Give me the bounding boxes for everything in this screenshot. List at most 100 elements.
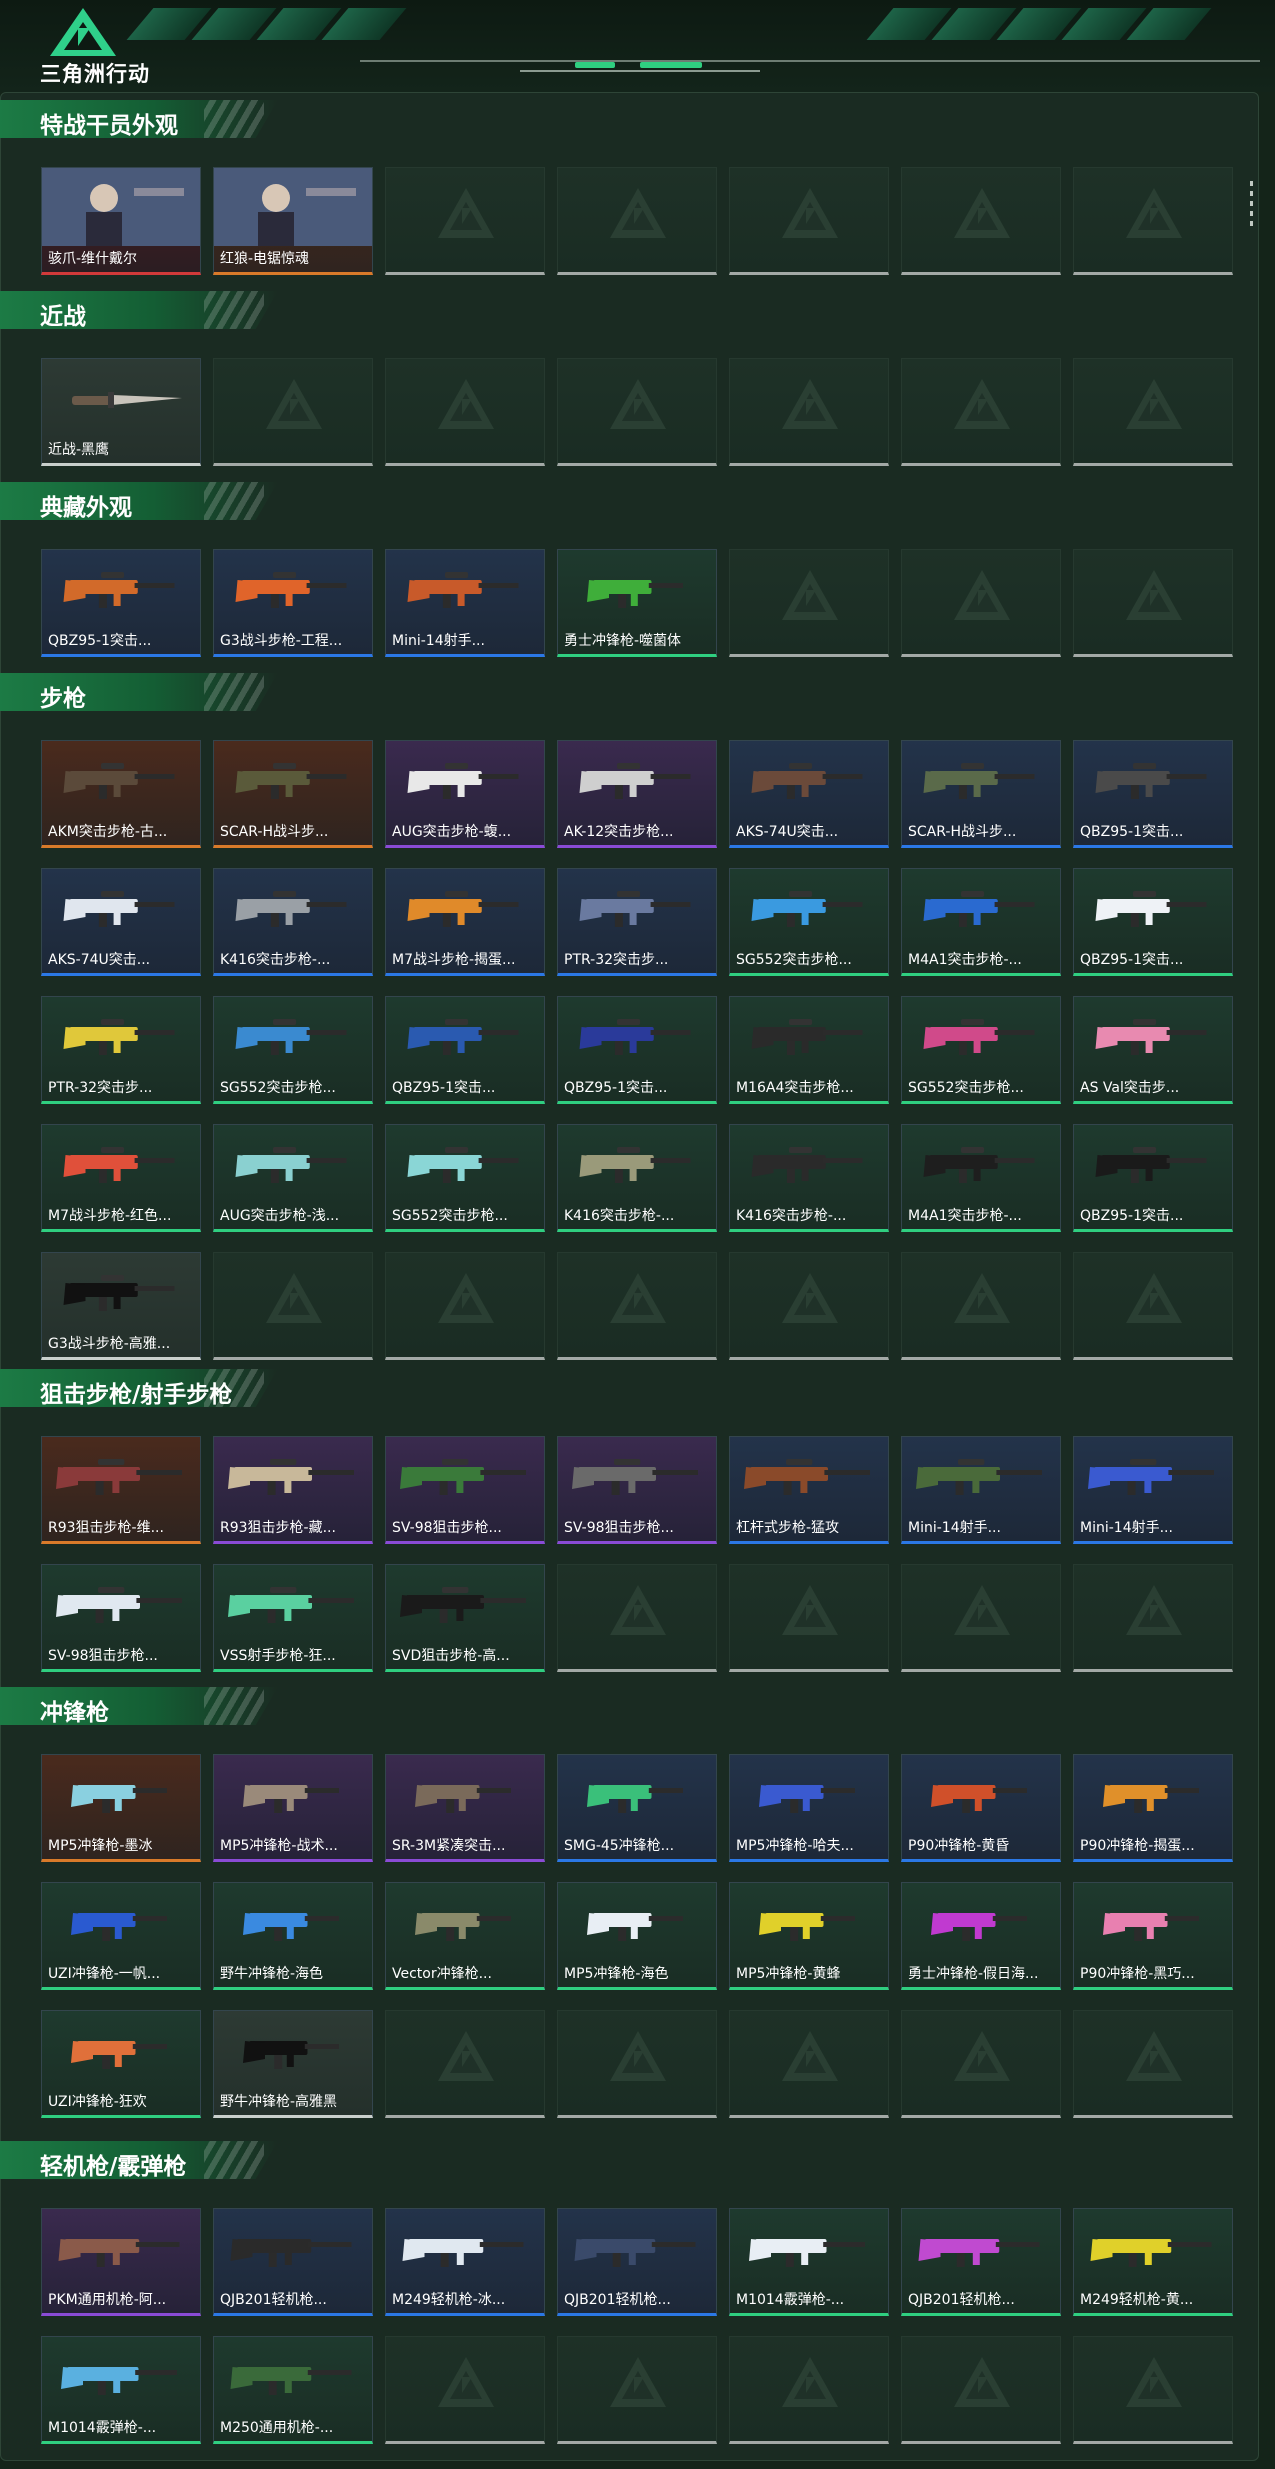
skin-card[interactable]: 野牛冲锋枪-海色 (213, 1882, 373, 1990)
placeholder-logo-icon (610, 2031, 666, 2081)
skin-label: UZI冲锋枪-一帆... (48, 1966, 161, 1982)
skin-card[interactable]: M7战斗步枪-红色... (41, 1124, 201, 1232)
skin-card[interactable]: R93狙击步枪-藏... (213, 1436, 373, 1544)
skin-card[interactable]: K416突击步枪-... (557, 1124, 717, 1232)
empty-slot (729, 1252, 889, 1360)
smg-icon (71, 1785, 167, 1813)
skin-card[interactable]: SV-98狙击步枪... (41, 1564, 201, 1672)
skin-card[interactable]: Mini-14射手... (385, 549, 545, 657)
skin-card[interactable]: MP5冲锋枪-战术... (213, 1754, 373, 1862)
header-divider (360, 60, 1260, 66)
skin-card[interactable]: QJB201轻机枪... (557, 2208, 717, 2316)
skin-card[interactable]: Mini-14射手... (901, 1436, 1061, 1544)
skin-card[interactable]: AUG突击步枪-蝮... (385, 740, 545, 848)
skin-label: P90冲锋枪-黄昏 (908, 1838, 1010, 1854)
skin-card[interactable]: M249轻机枪-黄... (1073, 2208, 1233, 2316)
skin-card[interactable]: M249轻机枪-冰... (385, 2208, 545, 2316)
skin-card[interactable]: M4A1突击步枪-... (901, 1124, 1061, 1232)
skin-card[interactable]: SG552突击步枪... (729, 868, 889, 976)
skin-card[interactable]: P90冲锋枪-黑巧... (1073, 1882, 1233, 1990)
rifle-icon (235, 1147, 347, 1183)
skin-card[interactable]: SCAR-H战斗步... (901, 740, 1061, 848)
skin-card[interactable]: MP5冲锋枪-黄蜂 (729, 1882, 889, 1990)
skin-card[interactable]: G3战斗步枪-高雅... (41, 1252, 201, 1360)
skin-label: SG552突击步枪... (220, 1080, 336, 1096)
skin-card[interactable]: SVD狙击步枪-高... (385, 1564, 545, 1672)
skin-card[interactable]: Mini-14射手... (1073, 1436, 1233, 1544)
smg-icon (759, 1913, 855, 1941)
skin-card[interactable]: M4A1突击步枪-... (901, 868, 1061, 976)
skin-card[interactable]: SCAR-H战斗步... (213, 740, 373, 848)
skin-label: G3战斗步枪-高雅... (48, 1336, 171, 1352)
skin-label: 红狼-电锯惊魂 (220, 251, 310, 267)
skin-card[interactable]: 杠杆式步枪-猛攻 (729, 1436, 889, 1544)
lmg-icon (918, 2239, 1040, 2267)
skin-card[interactable]: AKS-74U突击... (729, 740, 889, 848)
skin-card[interactable]: 近战-黑鹰 (41, 358, 201, 466)
skin-card[interactable]: VSS射手步枪-狂... (213, 1564, 373, 1672)
shotgun-icon (61, 2367, 177, 2395)
skin-card[interactable]: M1014霰弹枪-... (729, 2208, 889, 2316)
skin-label: SG552突击步枪... (908, 1080, 1024, 1096)
skin-card[interactable]: M250通用机枪-... (213, 2336, 373, 2444)
skin-card[interactable]: QJB201轻机枪... (901, 2208, 1061, 2316)
rifle-icon (407, 891, 519, 927)
placeholder-logo-icon (610, 2357, 666, 2407)
skin-card[interactable]: Vector冲锋枪... (385, 1882, 545, 1990)
skin-card[interactable]: QBZ95-1突击... (385, 996, 545, 1104)
skin-card[interactable]: PTR-32突击步... (557, 868, 717, 976)
skin-card[interactable]: K416突击步枪-... (213, 868, 373, 976)
skin-card[interactable]: 野牛冲锋枪-高雅黑 (213, 2010, 373, 2118)
skin-label: MP5冲锋枪-黄蜂 (736, 1966, 841, 1982)
skin-card[interactable]: QJB201轻机枪... (213, 2208, 373, 2316)
skin-label: Vector冲锋枪... (392, 1966, 492, 1982)
skin-card[interactable]: SG552突击步枪... (385, 1124, 545, 1232)
placeholder-logo-icon (610, 379, 666, 429)
skin-card[interactable]: SR-3M紧凑突击... (385, 1754, 545, 1862)
placeholder-logo-icon (782, 1585, 838, 1635)
skin-card[interactable]: K416突击步枪-... (729, 1124, 889, 1232)
skin-card[interactable]: MP5冲锋枪-哈夫... (729, 1754, 889, 1862)
skin-card[interactable]: QBZ95-1突击... (557, 996, 717, 1104)
skin-card[interactable]: SV-98狙击步枪... (557, 1436, 717, 1544)
skin-card[interactable]: 骇爪-维什戴尔 (41, 167, 201, 275)
skin-card[interactable]: MP5冲锋枪-海色 (557, 1882, 717, 1990)
skin-card[interactable]: SG552突击步枪... (213, 996, 373, 1104)
skin-card[interactable]: AS Val突击步... (1073, 996, 1233, 1104)
section-title: 步枪 (40, 686, 86, 712)
skin-card[interactable]: PKM通用机枪-阿... (41, 2208, 201, 2316)
section-title: 冲锋枪 (40, 1700, 109, 1726)
skin-card[interactable]: AUG突击步枪-浅... (213, 1124, 373, 1232)
empty-slot (901, 549, 1061, 657)
rifle-icon (235, 891, 347, 927)
skin-card[interactable]: M16A4突击步枪... (729, 996, 889, 1104)
skin-card[interactable]: SMG-45冲锋枪... (557, 1754, 717, 1862)
skin-card[interactable]: QBZ95-1突击... (1073, 1124, 1233, 1232)
skin-card[interactable]: P90冲锋枪-黄昏 (901, 1754, 1061, 1862)
skin-card[interactable]: UZI冲锋枪-狂欢 (41, 2010, 201, 2118)
placeholder-logo-icon (954, 188, 1010, 238)
skin-label: AUG突击步枪-蝮... (392, 824, 512, 840)
skin-card[interactable]: AKM突击步枪-古... (41, 740, 201, 848)
skin-card[interactable]: SG552突击步枪... (901, 996, 1061, 1104)
shotgun-icon (749, 2239, 865, 2267)
skin-card[interactable]: M1014霰弹枪-... (41, 2336, 201, 2444)
skin-card[interactable]: AK-12突击步枪... (557, 740, 717, 848)
placeholder-logo-icon (954, 570, 1010, 620)
skin-card[interactable]: 勇士冲锋枪-噬菌体 (557, 549, 717, 657)
skin-card[interactable]: P90冲锋枪-揭蛋... (1073, 1754, 1233, 1862)
skin-card[interactable]: 红狼-电锯惊魂 (213, 167, 373, 275)
skin-card[interactable]: MP5冲锋枪-墨冰 (41, 1754, 201, 1862)
skin-card[interactable]: UZI冲锋枪-一帆... (41, 1882, 201, 1990)
skin-card[interactable]: R93狙击步枪-维... (41, 1436, 201, 1544)
skin-card[interactable]: SV-98狙击步枪... (385, 1436, 545, 1544)
skin-card[interactable]: QBZ95-1突击... (41, 549, 201, 657)
skin-card[interactable]: M7战斗步枪-揭蛋... (385, 868, 545, 976)
scrollbar[interactable] (1246, 181, 1256, 251)
skin-card[interactable]: 勇士冲锋枪-假日海... (901, 1882, 1061, 1990)
skin-card[interactable]: PTR-32突击步... (41, 996, 201, 1104)
skin-card[interactable]: G3战斗步枪-工程... (213, 549, 373, 657)
skin-card[interactable]: QBZ95-1突击... (1073, 740, 1233, 848)
skin-card[interactable]: QBZ95-1突击... (1073, 868, 1233, 976)
skin-card[interactable]: AKS-74U突击... (41, 868, 201, 976)
